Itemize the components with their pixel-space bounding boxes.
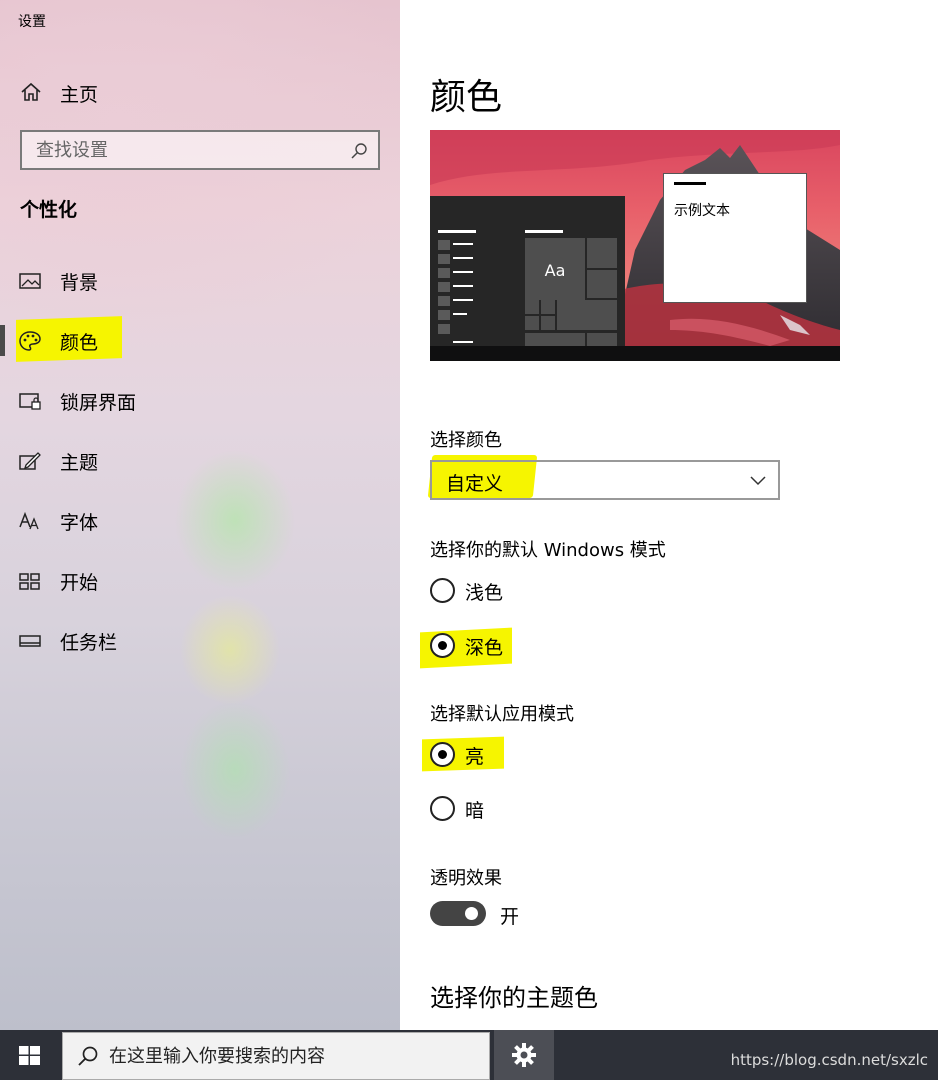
windows-mode-label: 选择你的默认 Windows 模式 [430,540,666,561]
radio-windows-light[interactable]: 浅色 [430,573,630,607]
search-icon [78,1046,98,1066]
taskbar: https://blog.csdn.net/sxzlc [0,1030,938,1080]
picture-icon [19,273,41,289]
radio-label: 深色 [465,637,504,659]
palette-icon [19,331,41,351]
page-title: 颜色 [430,77,503,118]
transparency-label: 透明效果 [430,868,502,889]
chevron-down-icon [750,476,766,486]
sidebar-item-lockscreen[interactable]: 锁屏界面 [0,376,400,426]
radio-label: 暗 [465,800,485,822]
preview-window: 示例文本 [663,173,807,303]
settings-search-input[interactable] [36,138,336,162]
lockscreen-icon [19,393,41,410]
transparency-toggle[interactable] [430,901,486,926]
preview-taskbar [430,346,840,361]
sidebar: 设置 主页 个性化 背景 颜色 [0,0,400,1030]
app-mode-label: 选择默认应用模式 [430,704,574,725]
theme-edit-icon [19,452,41,470]
sidebar-item-start[interactable]: 开始 [0,556,400,606]
preview-sample-text: 示例文本 [674,203,730,219]
active-indicator [0,325,5,356]
sidebar-item-label: 开始 [60,572,99,594]
toggle-knob [465,907,478,920]
sidebar-item-home[interactable]: 主页 [0,72,400,112]
choose-color-label: 选择颜色 [430,430,502,451]
sidebar-item-label: 主题 [60,452,99,474]
radio-app-dark[interactable]: 暗 [430,791,630,825]
sidebar-item-label: 任务栏 [60,632,118,654]
radio-circle[interactable] [430,796,455,821]
sidebar-item-label: 锁屏界面 [60,392,137,414]
sidebar-item-themes[interactable]: 主题 [0,436,400,486]
settings-search-box[interactable] [20,130,380,170]
gear-icon [512,1043,536,1067]
radio-label: 浅色 [465,582,504,604]
start-button[interactable] [0,1030,60,1080]
taskbar-icon [19,635,41,647]
windows-logo-icon [19,1046,40,1065]
home-icon [21,82,41,101]
radio-label: 亮 [465,746,485,768]
radio-selected-dot [438,641,447,650]
app-title: 设置 [18,14,46,30]
transparency-state-label: 开 [500,906,520,928]
sidebar-item-label: 字体 [60,512,99,534]
radio-app-light[interactable]: 亮 [430,737,630,771]
taskbar-search-input[interactable] [109,1043,469,1069]
radio-circle[interactable] [430,633,455,658]
radio-circle[interactable] [430,578,455,603]
section-title: 个性化 [20,199,78,221]
radio-windows-dark[interactable]: 深色 [430,628,630,662]
watermark-text: https://blog.csdn.net/sxzlc [730,1051,928,1069]
accent-color-heading: 选择你的主题色 [430,984,598,1012]
sidebar-item-label: 颜色 [60,332,99,354]
start-grid-icon [19,573,40,590]
choose-color-value: 自定义 [446,473,504,495]
search-icon[interactable] [350,142,368,160]
sidebar-item-taskbar[interactable]: 任务栏 [0,616,400,666]
preview-aa-label: Aa [544,261,566,280]
radio-selected-dot [438,750,447,759]
radio-circle[interactable] [430,742,455,767]
preview-window-titlebar [674,182,706,185]
taskbar-settings-app[interactable] [494,1030,554,1080]
color-preview: Aa 示例文本 [430,130,840,361]
sidebar-item-label: 背景 [60,272,99,294]
main-content: 颜色 Aa 示例文本 选择颜色 自定义 选择你的默认 Windows 模式 浅色… [400,0,938,1030]
sidebar-item-background[interactable]: 背景 [0,256,400,306]
sidebar-item-fonts[interactable]: 字体 [0,496,400,546]
sidebar-item-label: 主页 [60,84,99,106]
sidebar-item-colors[interactable]: 颜色 [0,316,400,366]
font-icon [19,511,39,530]
taskbar-search-box[interactable] [62,1032,490,1080]
choose-color-dropdown[interactable]: 自定义 [430,460,780,500]
